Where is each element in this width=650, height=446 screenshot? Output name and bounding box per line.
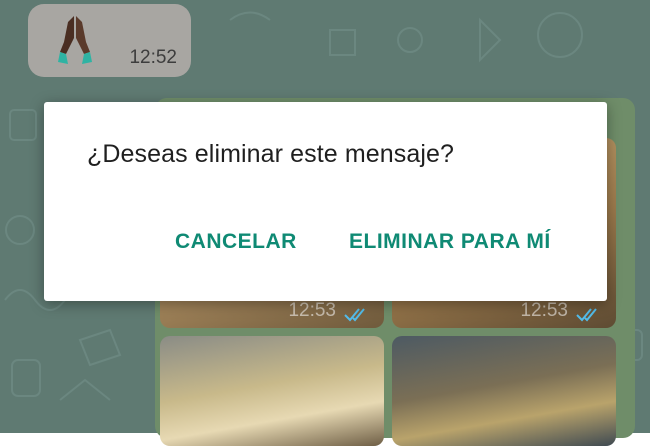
photo-time: 12:53 (288, 300, 336, 321)
dialog-title: ¿Deseas eliminar este mensaje? (87, 140, 455, 168)
photo-time: 12:53 (520, 300, 568, 321)
photo-4[interactable] (392, 336, 616, 446)
message-time: 12:52 (129, 47, 177, 68)
folded-hands-emoji (58, 16, 92, 64)
received-message-bubble[interactable]: 12:52 (28, 4, 191, 77)
photo-3[interactable] (160, 336, 384, 446)
double-check-icon (576, 308, 597, 322)
delete-for-me-button[interactable]: ELIMINAR PARA MÍ (349, 230, 551, 254)
delete-message-dialog: ¿Deseas eliminar este mensaje? CANCELAR … (44, 102, 607, 301)
double-check-icon (344, 308, 365, 322)
cancel-button[interactable]: CANCELAR (175, 230, 297, 254)
